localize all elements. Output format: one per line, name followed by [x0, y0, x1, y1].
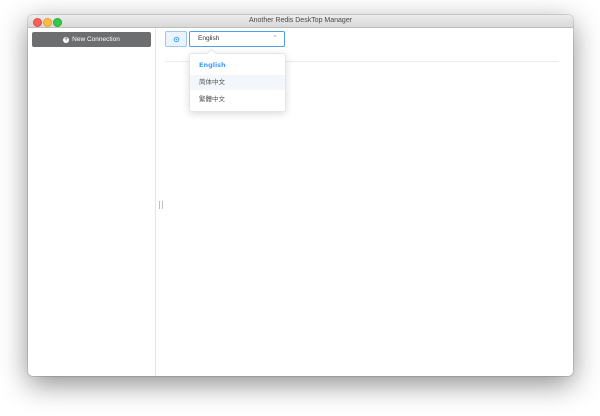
language-select[interactable]: English ⌃	[189, 31, 285, 47]
window-title: Another Redis DeskTop Manager	[248, 17, 353, 24]
new-connection-button[interactable]: + New Connection	[32, 32, 151, 47]
sidebar-resize-handle[interactable]	[159, 201, 163, 209]
settings-button[interactable]	[165, 31, 187, 47]
plus-circle-icon: +	[63, 36, 70, 43]
chevron-up-icon: ⌃	[272, 35, 278, 42]
dropdown-pointer	[206, 48, 217, 59]
language-option-traditional-chinese[interactable]: 繁體中文	[190, 92, 285, 107]
new-connection-label: New Connection	[72, 36, 120, 43]
language-option-english[interactable]: English	[190, 58, 285, 73]
app-window: Another Redis DeskTop Manager + New Conn…	[28, 15, 573, 376]
sidebar: + New Connection	[28, 28, 156, 376]
gear-icon	[173, 30, 180, 48]
language-option-simplified-chinese[interactable]: 简体中文	[190, 75, 285, 90]
language-select-value: English	[198, 35, 220, 42]
language-dropdown: English 简体中文 繁體中文	[189, 48, 286, 112]
title-bar: Another Redis DeskTop Manager	[28, 15, 573, 28]
